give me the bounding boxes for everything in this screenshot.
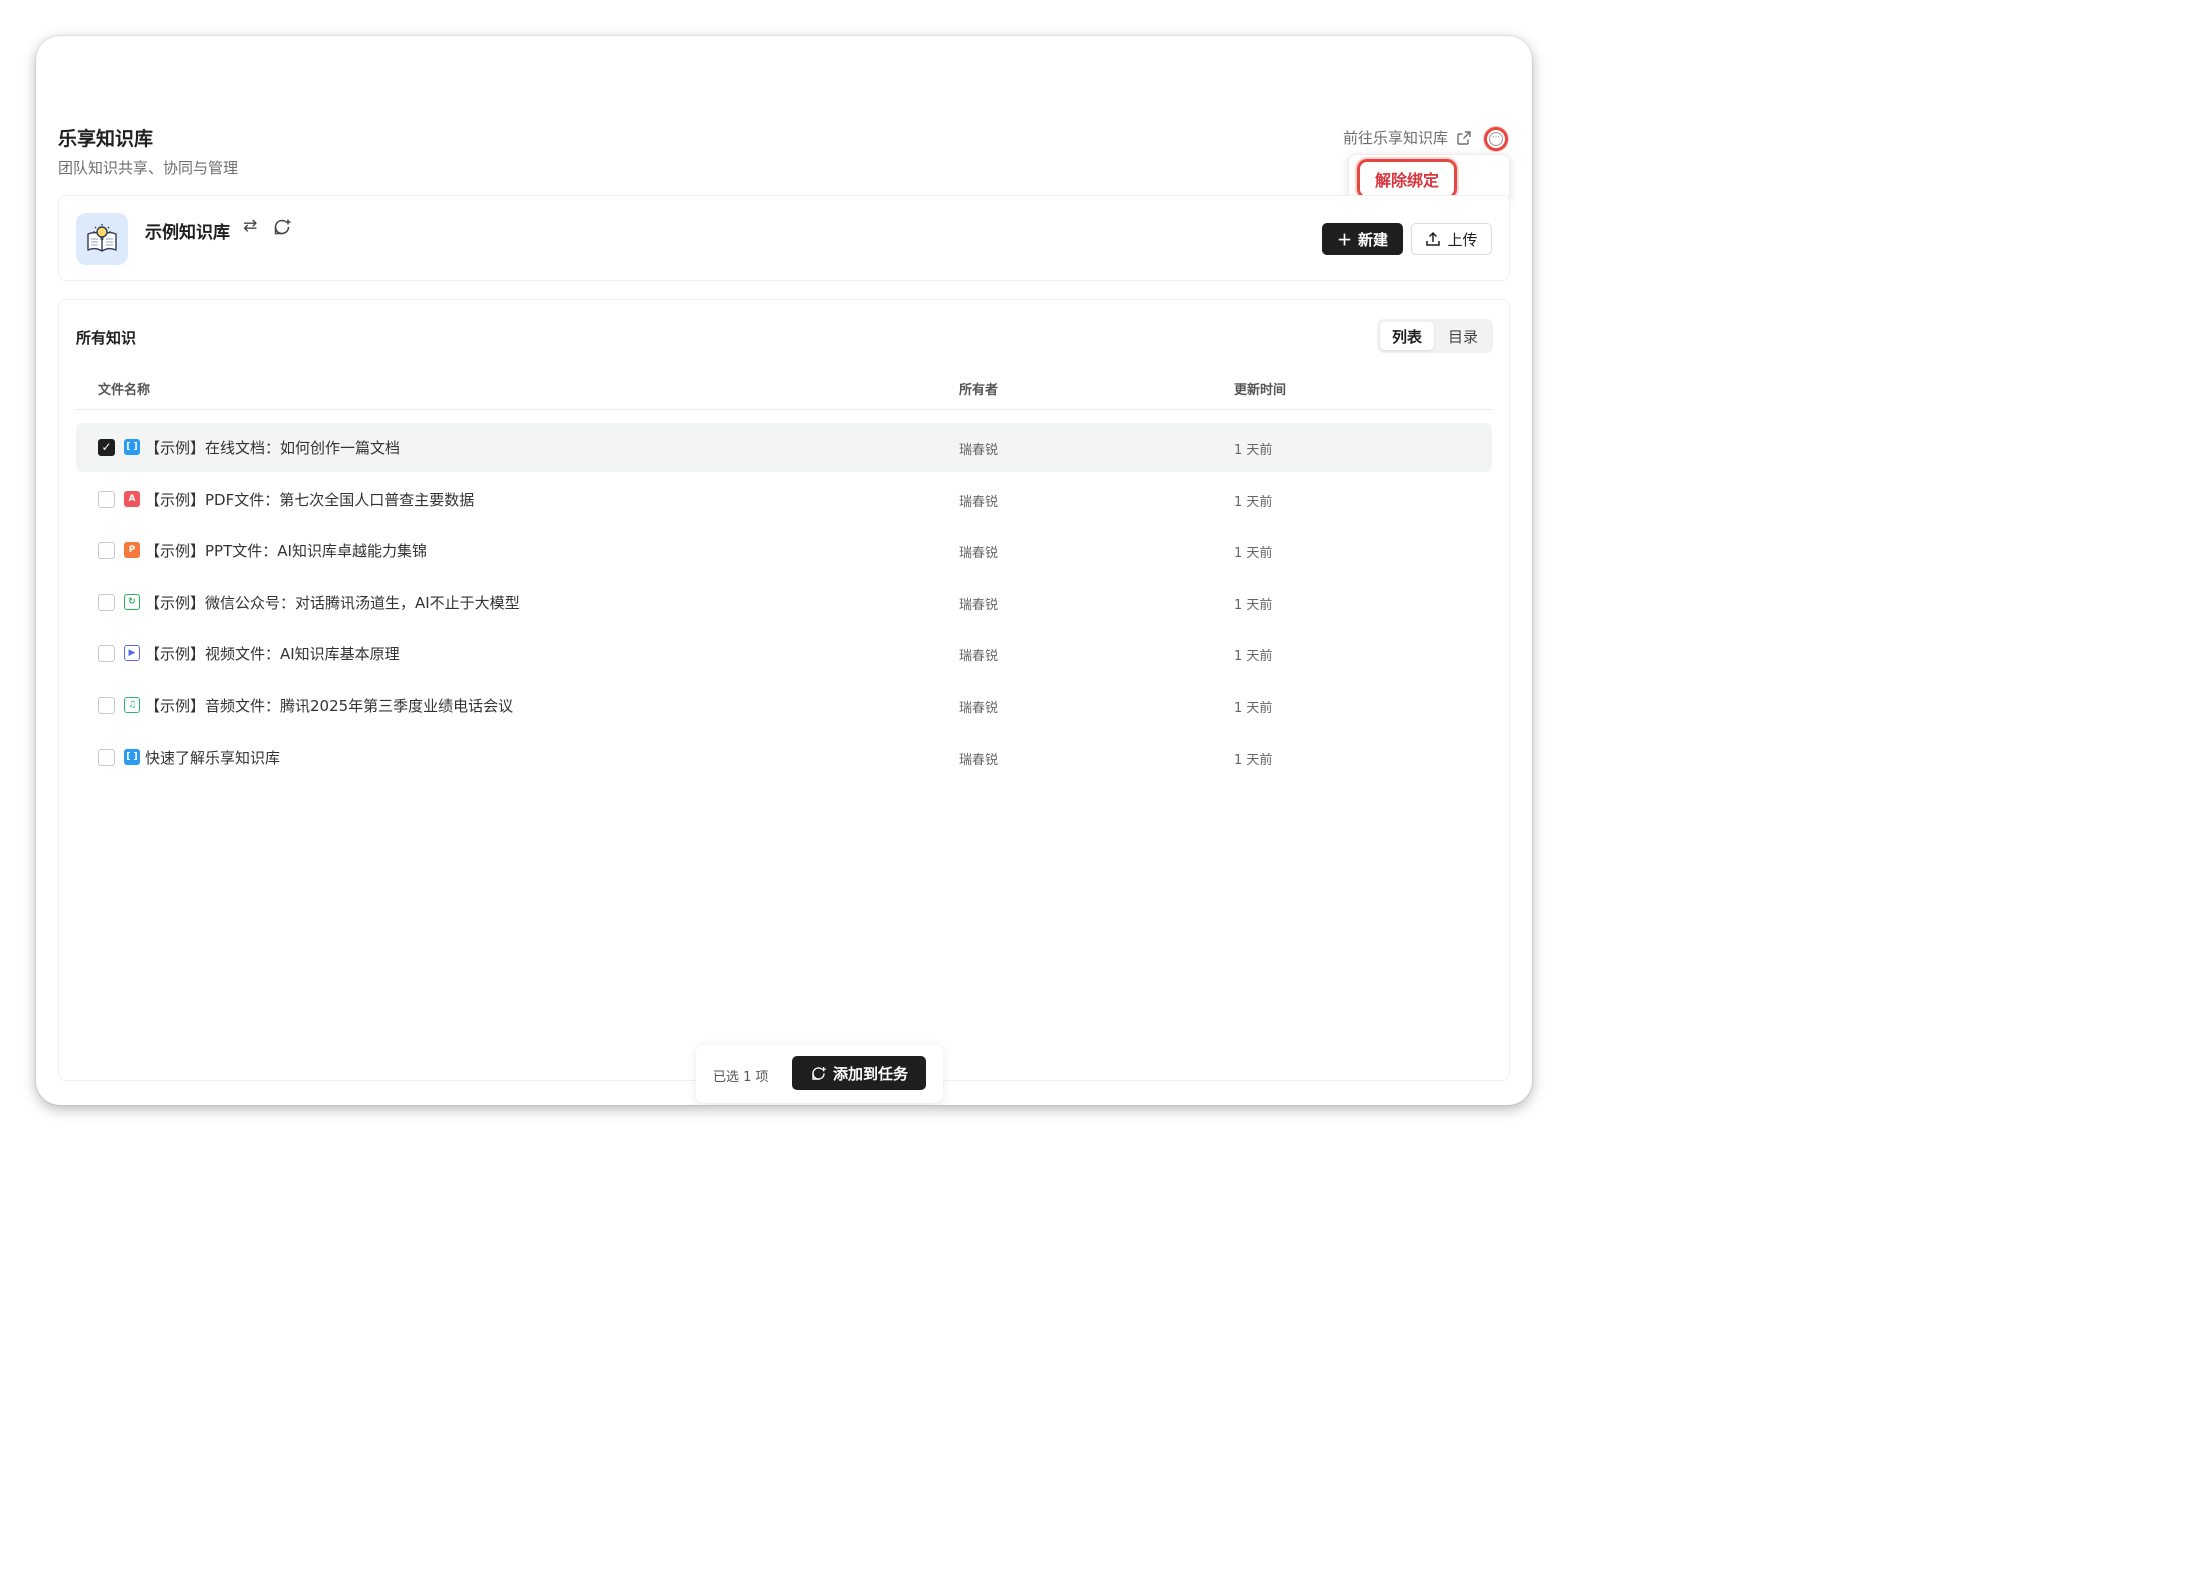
unbind-menu-item[interactable]: 解除绑定 (1357, 159, 1457, 199)
more-icon: ··· (1489, 132, 1503, 146)
pdf-file-icon: A (124, 490, 140, 507)
chat-add-icon (812, 1066, 826, 1080)
file-name[interactable]: 【示例】在线文档：如何创作一篇文档 (145, 437, 400, 458)
table-row[interactable]: ✓ [ ] 【示例】在线文档：如何创作一篇文档 瑞春锐 1 天前 (76, 423, 1492, 472)
plus-icon: ＋ (1336, 230, 1352, 249)
goto-link-label: 前往乐享知识库 (1342, 129, 1448, 147)
row-checkbox[interactable] (98, 542, 115, 560)
upload-icon (1426, 231, 1441, 246)
table-row[interactable]: [ ] 快速了解乐享知识库 瑞春锐 1 天前 (76, 733, 1492, 782)
file-owner: 瑞春锐 (959, 752, 999, 768)
row-checkbox[interactable] (98, 645, 115, 663)
audio-file-icon: ♫ (124, 697, 140, 713)
file-owner: 瑞春锐 (959, 494, 999, 510)
wechat-file-icon: ↻ (124, 593, 140, 610)
selection-bar: 已选 1 项 添加到任务 (696, 1045, 943, 1103)
knowledge-list-panel: 所有知识 列表 目录 文件名称 所有者 更新时间 ✓ [ ] 【示例】在线文档：如何… (58, 299, 1510, 1081)
file-owner: 瑞春锐 (959, 701, 999, 716)
view-tab-list[interactable]: 列表 (1380, 322, 1434, 350)
file-name[interactable]: 【示例】微信公众号：对话腾讯汤道生，AI不止于大模型 (145, 592, 520, 613)
view-tab-directory[interactable]: 目录 (1436, 322, 1490, 350)
new-button[interactable]: ＋ 新建 (1322, 223, 1403, 255)
app-window: 乐享知识库 团队知识共享、协同与管理 前往乐享知识库 ··· 解除绑定 示例知识… (36, 36, 1532, 1105)
file-name[interactable]: 【示例】PDF文件：第七次全国人口普查主要数据 (145, 489, 474, 510)
upload-button-label: 上传 (1447, 230, 1478, 249)
chat-add-icon[interactable] (272, 217, 292, 237)
knowledge-base-name: 示例知识库 (145, 223, 230, 243)
row-checkbox[interactable] (98, 490, 115, 508)
section-title: 所有知识 (76, 329, 137, 347)
file-updated-time: 1 天前 (1234, 597, 1273, 613)
table-row[interactable]: ♫ 【示例】音频文件：腾讯2025年第三季度业绩电话会议 瑞春锐 1 天前 (76, 681, 1492, 730)
upload-button[interactable]: 上传 (1411, 223, 1492, 255)
goto-knowledge-base-link[interactable]: 前往乐享知识库 (1343, 127, 1472, 148)
file-updated-time: 1 天前 (1234, 701, 1273, 716)
table-header: 文件名称 所有者 更新时间 (76, 370, 1492, 410)
table-row[interactable]: ▶ 【示例】视频文件：AI知识库基本原理 瑞春锐 1 天前 (76, 629, 1492, 678)
switch-knowledge-base-icon[interactable]: ⇄ (243, 216, 257, 236)
new-button-label: 新建 (1358, 230, 1389, 249)
knowledge-base-logo-icon (76, 213, 128, 265)
row-checkbox[interactable] (98, 697, 115, 714)
add-to-task-label: 添加到任务 (832, 1064, 908, 1083)
file-updated-time: 1 天前 (1234, 494, 1273, 510)
video-file-icon: ▶ (124, 645, 140, 662)
row-checkbox[interactable] (98, 593, 115, 611)
file-updated-time: 1 天前 (1234, 443, 1273, 458)
knowledge-base-card: 示例知识库 ⇄ ＋ 新建 上传 (58, 195, 1510, 281)
page-title: 乐享知识库 (58, 128, 154, 150)
file-owner: 瑞春锐 (959, 546, 999, 562)
row-checkbox[interactable]: ✓ (98, 439, 115, 456)
doc-file-icon: [ ] (124, 439, 140, 455)
row-checkbox[interactable] (98, 748, 115, 766)
file-name[interactable]: 快速了解乐享知识库 (145, 747, 280, 768)
page-subtitle: 团队知识共享、协同与管理 (58, 159, 239, 177)
file-owner: 瑞春锐 (959, 649, 999, 665)
file-updated-time: 1 天前 (1234, 546, 1273, 562)
file-name[interactable]: 【示例】PPT文件：AI知识库卓越能力集锦 (145, 540, 427, 561)
selection-count: 已选 1 项 (713, 1070, 769, 1085)
doc-file-icon: [ ] (124, 748, 140, 765)
column-header-time[interactable]: 更新时间 (1234, 379, 1286, 398)
view-toggle: 列表 目录 (1377, 319, 1493, 353)
ppt-file-icon: P (124, 542, 140, 559)
table-row[interactable]: A 【示例】PDF文件：第七次全国人口普查主要数据 瑞春锐 1 天前 (76, 475, 1492, 524)
external-link-icon (1457, 130, 1471, 145)
column-header-owner[interactable]: 所有者 (959, 379, 998, 398)
file-updated-time: 1 天前 (1234, 752, 1273, 768)
table-row[interactable]: P 【示例】PPT文件：AI知识库卓越能力集锦 瑞春锐 1 天前 (76, 526, 1492, 575)
table-row[interactable]: ↻ 【示例】微信公众号：对话腾讯汤道生，AI不止于大模型 瑞春锐 1 天前 (76, 578, 1492, 627)
column-header-name[interactable]: 文件名称 (98, 379, 150, 398)
add-to-task-button[interactable]: 添加到任务 (792, 1056, 926, 1090)
file-name[interactable]: 【示例】音频文件：腾讯2025年第三季度业绩电话会议 (145, 695, 513, 716)
more-options-button[interactable]: ··· (1484, 127, 1508, 151)
file-owner: 瑞春锐 (959, 443, 999, 458)
file-name[interactable]: 【示例】视频文件：AI知识库基本原理 (145, 643, 400, 664)
file-updated-time: 1 天前 (1234, 649, 1273, 665)
file-owner: 瑞春锐 (959, 597, 999, 613)
